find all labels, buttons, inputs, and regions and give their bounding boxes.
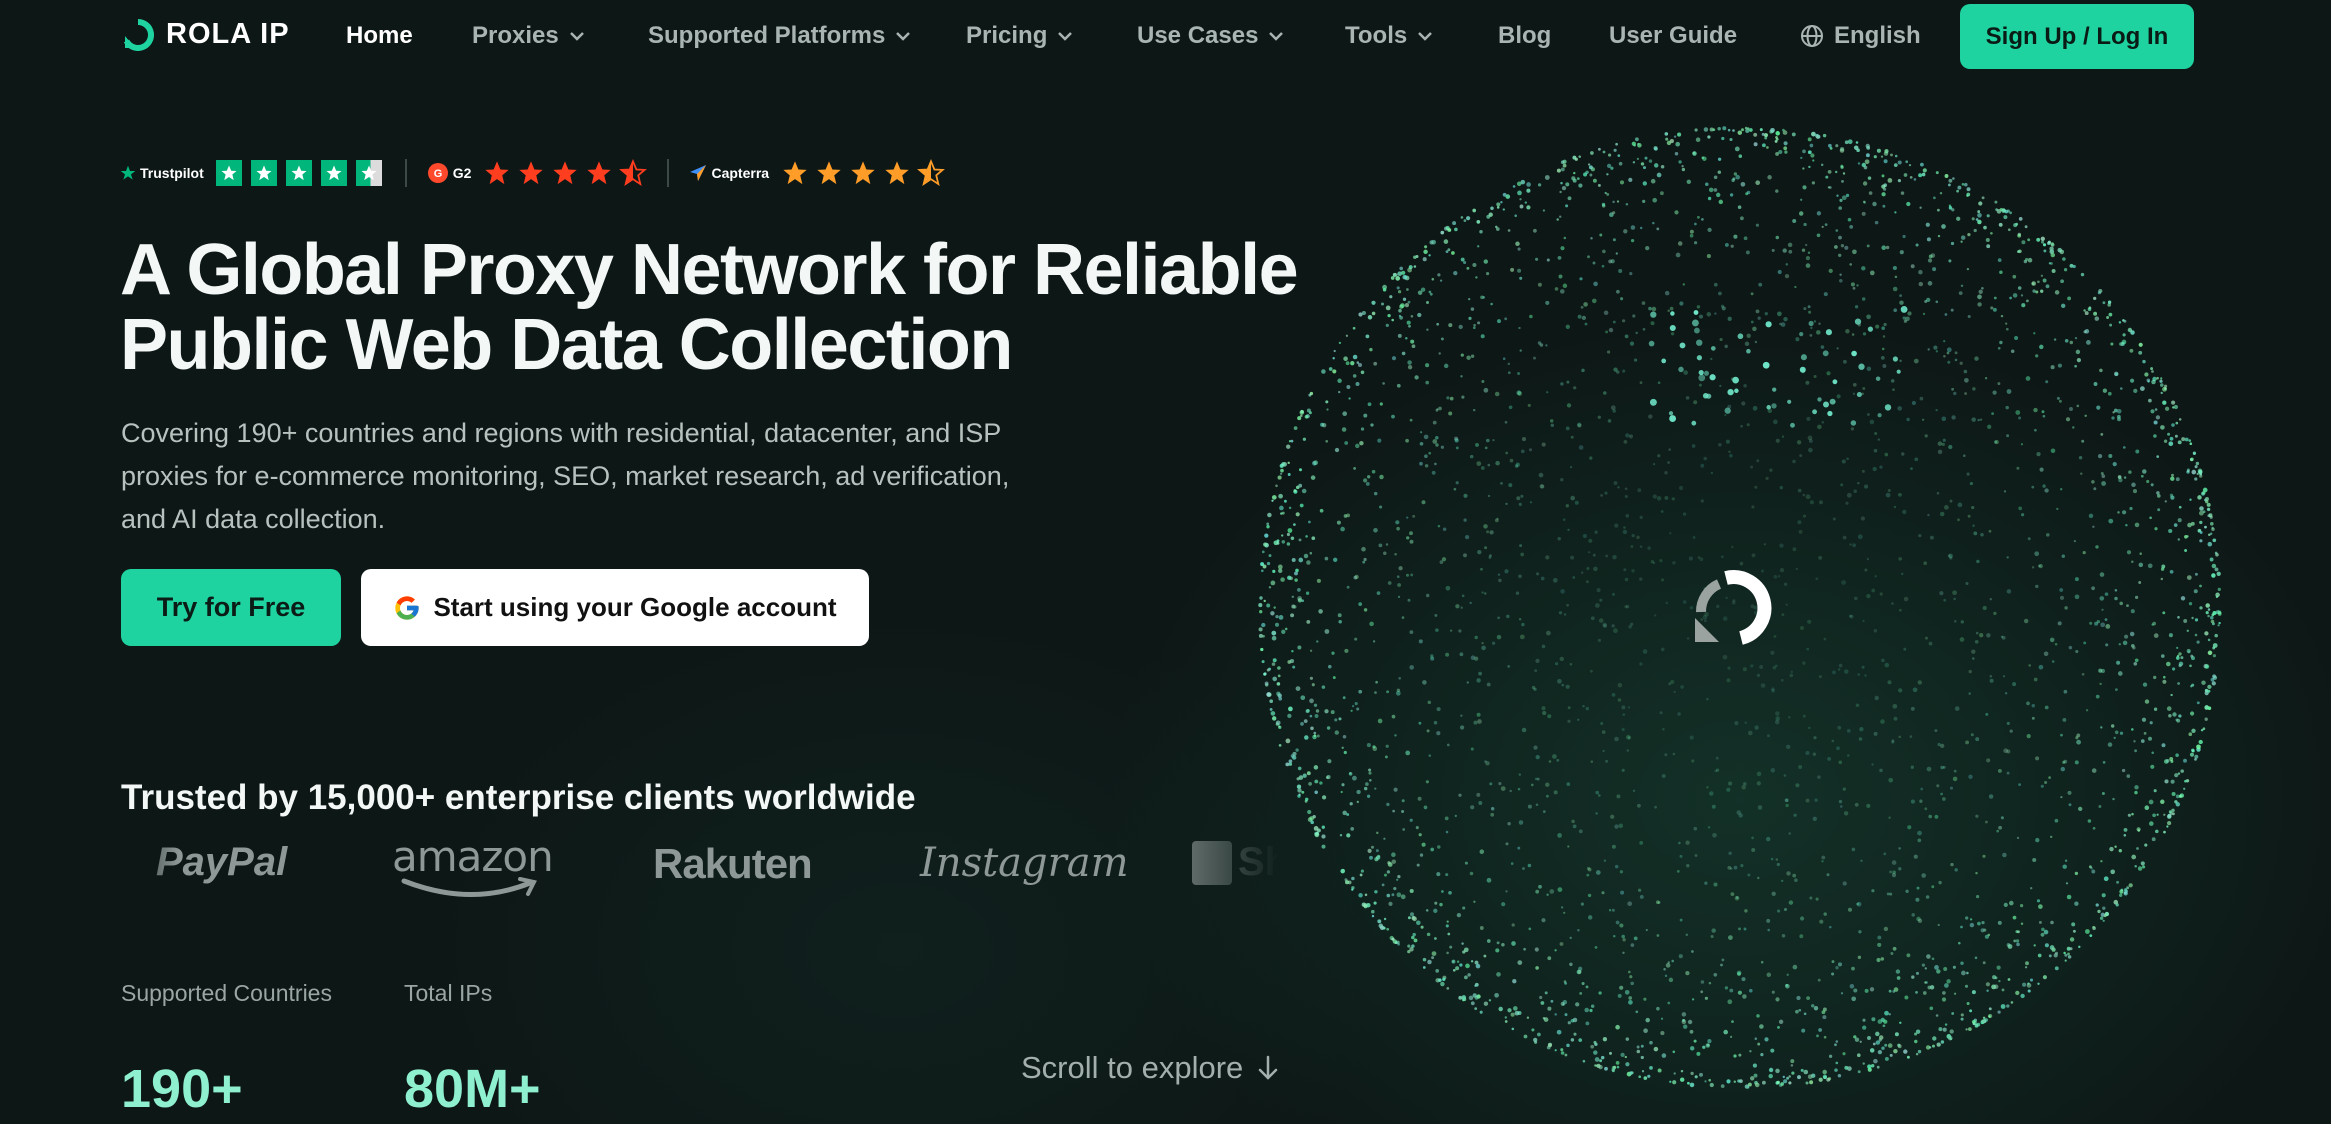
hero-title-line: Public Web Data Collection bbox=[120, 305, 1013, 385]
half-star-icon bbox=[619, 159, 648, 187]
language-label: English bbox=[1834, 22, 1921, 49]
g2-logo: G G2 bbox=[427, 162, 472, 184]
chevron-down-icon bbox=[1058, 32, 1073, 41]
star-icon bbox=[320, 160, 347, 186]
star-icon bbox=[553, 161, 578, 185]
nav-pricing[interactable]: Pricing bbox=[966, 22, 1073, 50]
rating-divider bbox=[667, 159, 670, 187]
capterra-rating[interactable]: Capterra bbox=[689, 159, 945, 187]
nav-label: Tools bbox=[1345, 22, 1408, 49]
stat-label-ips: Total IPs bbox=[404, 980, 493, 1006]
hero-subtitle-line: and AI data collection. bbox=[121, 504, 386, 534]
nav-label: Pricing bbox=[966, 22, 1048, 49]
nav-tools[interactable]: Tools bbox=[1345, 22, 1433, 50]
hero-title-line: A Global Proxy Network for Reliable bbox=[120, 230, 1299, 310]
g2-icon: G bbox=[427, 163, 448, 183]
scroll-hint[interactable]: Scroll to explore bbox=[1021, 1050, 1279, 1086]
brand-logo[interactable]: ROLA IP bbox=[122, 18, 290, 51]
brand-name: ROLA IP bbox=[166, 18, 290, 50]
chevron-down-icon bbox=[1418, 32, 1433, 41]
rakuten-logo: Rakuten bbox=[653, 840, 813, 887]
star-icon bbox=[817, 161, 841, 185]
star-icon bbox=[851, 161, 875, 185]
star-icon bbox=[519, 161, 544, 185]
loading-spinner-icon bbox=[1695, 570, 1772, 645]
capterra-logo: Capterra bbox=[689, 164, 769, 182]
nav-home[interactable]: Home bbox=[346, 22, 413, 50]
nav-user-guide[interactable]: User Guide bbox=[1609, 22, 1737, 50]
svg-text:G: G bbox=[434, 168, 443, 180]
signup-login-button[interactable]: Sign Up / Log In bbox=[1960, 4, 2194, 69]
nav-label: User Guide bbox=[1609, 22, 1738, 49]
capterra-icon bbox=[690, 165, 707, 181]
nav-supported-platforms[interactable]: Supported Platforms bbox=[648, 22, 911, 50]
star-icon bbox=[285, 160, 312, 186]
top-nav: ROLA IP Home Proxies Supported Platforms… bbox=[0, 0, 2331, 74]
chevron-down-icon bbox=[896, 32, 911, 41]
trusted-title: Trusted by 15,000+ enterprise clients wo… bbox=[121, 778, 916, 817]
stat-label-countries: Supported Countries bbox=[121, 980, 332, 1006]
chevron-down-icon bbox=[569, 32, 584, 41]
google-button-label: Start using your Google account bbox=[433, 592, 837, 622]
instagram-logo: Instagram bbox=[920, 840, 1129, 886]
trustpilot-logo: Trustpilot bbox=[120, 165, 204, 181]
stat-value-countries: 190+ bbox=[121, 1059, 243, 1119]
google-signup-button[interactable]: Start using your Google account bbox=[361, 569, 869, 646]
hero-title: A Global Proxy Network for Reliable Publ… bbox=[120, 233, 1300, 383]
nav-label: Proxies bbox=[472, 22, 559, 49]
nav-proxies[interactable]: Proxies bbox=[472, 22, 585, 50]
shopping-bag-icon bbox=[1192, 840, 1232, 885]
nav-label: Use Cases bbox=[1137, 22, 1259, 49]
trustpilot-rating[interactable]: Trustpilot bbox=[120, 160, 385, 186]
trustpilot-label: Trustpilot bbox=[140, 165, 204, 181]
language-selector[interactable]: English bbox=[1800, 22, 1921, 50]
star-icon bbox=[485, 161, 510, 185]
logo-icon bbox=[123, 18, 154, 51]
hero-subtitle-line: Covering 190+ countries and regions with… bbox=[121, 418, 1002, 448]
g2-label: G2 bbox=[452, 165, 472, 181]
try-for-free-button[interactable]: Try for Free bbox=[121, 569, 341, 646]
nav-blog[interactable]: Blog bbox=[1498, 22, 1551, 50]
g2-rating[interactable]: G G2 bbox=[427, 159, 648, 187]
star-icon bbox=[587, 161, 612, 185]
hero-subtitle-line: proxies for e-commerce monitoring, SEO, … bbox=[121, 461, 1010, 491]
google-icon bbox=[395, 595, 420, 620]
star-icon bbox=[885, 161, 909, 185]
trustpilot-star-icon bbox=[120, 165, 136, 180]
client-logo-strip: PayPal amazon Rakuten Instagram Shopify bbox=[120, 832, 1280, 902]
ratings-bar: Trustpilot G G2 Capterra bbox=[120, 158, 945, 188]
stat-value-ips: 80M+ bbox=[404, 1059, 541, 1119]
hero-subtitle: Covering 190+ countries and regions with… bbox=[121, 412, 1081, 541]
nav-label: Home bbox=[346, 22, 413, 49]
amazon-smile-icon bbox=[401, 877, 537, 897]
star-icon bbox=[783, 161, 807, 185]
half-star-icon bbox=[355, 160, 382, 186]
globe-icon bbox=[1801, 25, 1823, 47]
star-icon bbox=[250, 160, 277, 186]
rating-divider bbox=[404, 159, 407, 187]
half-star-icon bbox=[917, 159, 945, 187]
page: ROLA IP Home Proxies Supported Platforms… bbox=[0, 0, 2331, 1124]
nav-use-cases[interactable]: Use Cases bbox=[1137, 22, 1284, 50]
amazon-logo: amazon bbox=[392, 832, 554, 881]
scroll-hint-label: Scroll to explore bbox=[1021, 1050, 1244, 1085]
nav-label: Supported Platforms bbox=[648, 22, 886, 49]
nav-label: Blog bbox=[1498, 22, 1552, 49]
capterra-label: Capterra bbox=[711, 165, 770, 181]
paypal-logo: PayPal bbox=[156, 840, 288, 884]
star-icon bbox=[215, 160, 242, 186]
chevron-down-icon bbox=[1269, 32, 1284, 41]
